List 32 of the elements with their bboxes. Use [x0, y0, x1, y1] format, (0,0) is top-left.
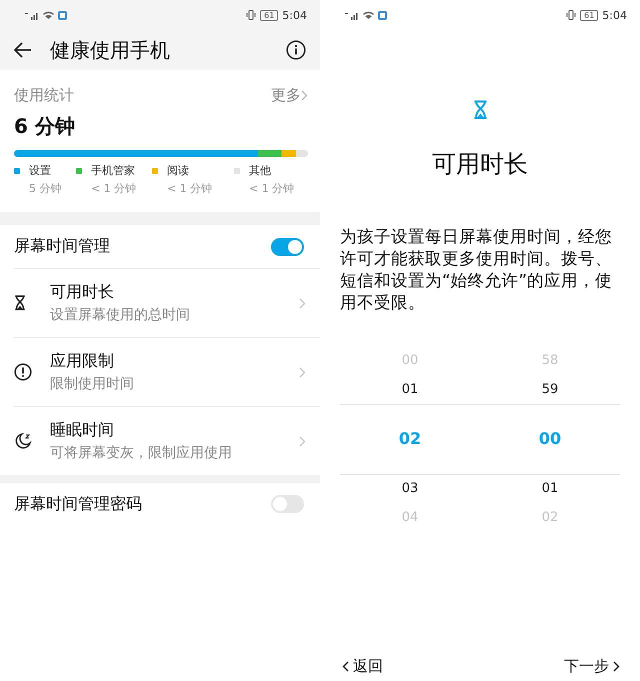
- status-time: 5:04: [602, 8, 627, 22]
- battery-indicator: 61: [580, 10, 598, 20]
- description-text: 为孩子设置每日屏幕使用时间，经您许可才能获取更多使用时间。拨号、短信和设置为“始终允许”的应用，使用不受限。: [339, 226, 614, 314]
- legend-time: < 1 分钟: [90, 181, 138, 196]
- item-subtitle: 设置屏幕使用的总时间: [50, 306, 191, 324]
- legend-time: 5 分钟: [28, 181, 62, 196]
- picker-value[interactable]: 59: [542, 374, 558, 404]
- next-button[interactable]: 下一步: [564, 656, 620, 676]
- item-subtitle: 限制使用时间: [50, 375, 135, 393]
- item-title: 可用时长: [50, 282, 115, 303]
- legend-time: < 1 分钟: [166, 181, 214, 196]
- picker-value[interactable]: 01: [402, 374, 418, 404]
- usage-total: 6 分钟: [14, 113, 76, 140]
- item-title: 应用限制: [50, 351, 115, 372]
- usage-title: 使用统计: [14, 86, 74, 105]
- legend-label: 其他: [249, 163, 271, 178]
- legend-label: 设置: [29, 163, 51, 178]
- status-time: 5:04: [282, 8, 307, 22]
- battery-indicator: 61: [260, 10, 278, 20]
- legend-label: 阅读: [167, 163, 189, 178]
- back-button[interactable]: 返回: [342, 656, 383, 676]
- screen-title: 可用时长: [432, 148, 528, 180]
- legend-label: 手机管家: [91, 163, 135, 178]
- legend-time: < 1 分钟: [248, 181, 296, 196]
- page-title: 健康使用手机: [50, 36, 171, 64]
- more-link[interactable]: 更多: [271, 86, 301, 105]
- item-title: 睡眠时间: [50, 420, 115, 441]
- picker-value[interactable]: 01: [542, 474, 558, 502]
- picker-value[interactable]: 03: [402, 474, 418, 502]
- setting-label: 屏幕时间管理密码: [14, 494, 142, 514]
- setting-label: 屏幕时间管理: [14, 236, 110, 257]
- item-subtitle: 可将屏幕变灰，限制应用使用: [50, 444, 233, 462]
